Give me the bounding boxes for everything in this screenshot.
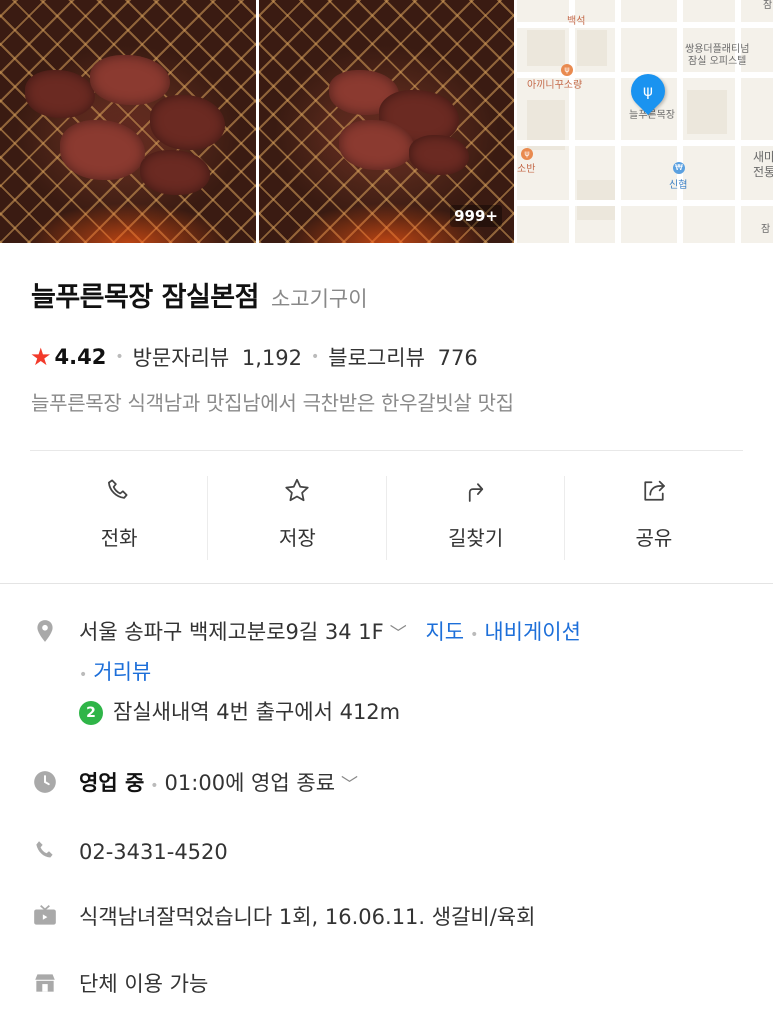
- map-label-bank: 신협: [669, 180, 688, 191]
- blog-reviews-count: 776: [437, 346, 478, 370]
- hours-body: 영업 중 • 01:00에 영업 종료 ﹀: [79, 765, 358, 805]
- action-bar: 전화 저장 길찾기 공유: [30, 472, 743, 560]
- bank-poi-icon: ₩: [673, 162, 685, 174]
- map-label-top: 백석: [567, 16, 586, 27]
- tv-row: 식객남녀잘먹었습니다 1회, 16.06.11. 생갈비/육회: [30, 899, 743, 936]
- clock-icon: [30, 769, 60, 795]
- phone-body: 02-3431-4520: [79, 834, 228, 871]
- facility-body: 단체 이용 가능: [79, 966, 208, 1003]
- blog-reviews-label: 블로그리뷰: [328, 346, 425, 370]
- share-icon: [644, 480, 665, 501]
- address-body: 서울 송파구 백제고분로9길 34 1F ﹀ 지도 • 내비게이션 • 거리뷰 2 잠실새…: [79, 614, 581, 731]
- tv-appearance-text: 식객남녀잘먹었습니다 1회, 16.06.11. 생갈비/육회: [79, 905, 536, 929]
- grilled-beef-image: [0, 0, 256, 243]
- restaurant-poi-icon: ψ: [561, 64, 573, 76]
- hours-row[interactable]: 영업 중 • 01:00에 영업 종료 ﹀: [30, 765, 743, 805]
- address-text: 서울 송파구 백제고분로9길 34 1F: [79, 620, 384, 644]
- rating-row: ★ 4.42 • 방문자리뷰 1,192 • 블로그리뷰 776: [30, 342, 478, 372]
- street-view-link[interactable]: 거리뷰: [93, 660, 151, 684]
- phone-number[interactable]: 02-3431-4520: [79, 840, 228, 864]
- phone-icon: [30, 838, 60, 864]
- tv-icon: [30, 903, 60, 929]
- call-label: 전화: [100, 526, 138, 550]
- map-label-edge-bottom: 잠: [761, 224, 771, 235]
- store-icon: [30, 970, 60, 996]
- visitor-reviews-count: 1,192: [241, 346, 303, 370]
- facility-text: 단체 이용 가능: [79, 972, 209, 996]
- section-divider: [0, 583, 773, 584]
- visitor-reviews-link[interactable]: 방문자리뷰 1,192: [133, 342, 302, 372]
- save-label: 저장: [278, 526, 316, 550]
- photo-gallery: 999+ 백석 쌍용더플래티넘 잠실 오피스텔 ψ 아끼니꾸소량 ψ 소반 늘푸…: [0, 0, 773, 243]
- address-row: 서울 송파구 백제고분로9길 34 1F ﹀ 지도 • 내비게이션 • 거리뷰 2 잠실새…: [30, 614, 743, 731]
- navigation-link[interactable]: 내비게이션: [484, 620, 581, 644]
- directions-label: 길찾기: [448, 526, 504, 550]
- share-button[interactable]: 공유: [565, 472, 743, 560]
- separator-dot: •: [115, 349, 124, 365]
- place-name: 늘푸른목장 잠실본점: [31, 282, 259, 313]
- visitor-reviews-label: 방문자리뷰: [132, 346, 230, 370]
- map-label-restaurant-a: 아끼니꾸소량: [527, 80, 583, 91]
- closing-time: 01:00에 영업 종료: [164, 771, 336, 795]
- map-label-edge-top: 잠: [763, 0, 773, 11]
- photo-count-badge: 999+: [450, 205, 502, 227]
- separator-dot: •: [150, 778, 159, 794]
- food-photo-2[interactable]: 999+: [259, 0, 514, 243]
- rating-star-icon: ★: [30, 343, 52, 371]
- food-photo-1[interactable]: [0, 0, 256, 243]
- chevron-down-icon[interactable]: ﹀: [341, 775, 358, 795]
- location-map[interactable]: 백석 쌍용더플래티넘 잠실 오피스텔 ψ 아끼니꾸소량 ψ 소반 늘푸른목장 ₩…: [517, 0, 773, 243]
- phone-icon: [108, 479, 128, 499]
- tv-body: 식객남녀잘먹었습니다 1회, 16.06.11. 생갈비/육회: [79, 899, 535, 936]
- map-location-pin: ψ: [623, 66, 673, 116]
- share-label: 공유: [635, 526, 673, 550]
- map-label-pin: 늘푸른목장: [629, 110, 675, 121]
- map-label-building: 쌍용더플래티넘 잠실 오피스텔: [685, 44, 750, 67]
- place-header: 늘푸른목장 잠실본점 소고기구이: [31, 275, 368, 314]
- map-label-edge-mid: 새마 전통: [753, 150, 773, 179]
- location-pin-icon: [30, 618, 60, 644]
- subway-line-badge: 2: [79, 701, 103, 725]
- restaurant-poi-icon: ψ: [521, 148, 533, 160]
- separator-dot: •: [470, 627, 479, 643]
- directions-icon: [468, 483, 483, 502]
- separator-dot: •: [79, 667, 88, 683]
- divider: [30, 450, 743, 451]
- facility-row: 단체 이용 가능: [30, 966, 743, 1003]
- star-icon: [285, 478, 309, 502]
- restaurant-icon: ψ: [643, 82, 653, 100]
- directions-button[interactable]: 길찾기: [387, 472, 566, 560]
- place-category: 소고기구이: [270, 287, 368, 311]
- map-link[interactable]: 지도: [425, 620, 464, 644]
- subway-directions: 잠실새내역 4번 출구에서 412m: [113, 700, 401, 724]
- phone-row[interactable]: 02-3431-4520: [30, 834, 743, 871]
- map-label-restaurant-b: 소반: [517, 164, 536, 175]
- separator-dot: •: [311, 349, 320, 365]
- chevron-down-icon[interactable]: ﹀: [390, 624, 407, 644]
- blog-reviews-link[interactable]: 블로그리뷰 776: [328, 342, 477, 372]
- rating-value: 4.42: [54, 345, 107, 369]
- call-button[interactable]: 전화: [30, 472, 209, 560]
- place-description: 늘푸른목장 식객남과 맛집남에서 극찬받은 한우갈빗살 맛집: [31, 391, 514, 415]
- open-status: 영업 중: [79, 771, 145, 795]
- save-button[interactable]: 저장: [208, 472, 387, 560]
